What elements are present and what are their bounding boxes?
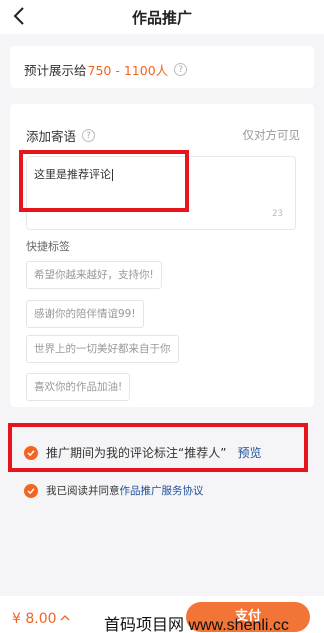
help-icon[interactable]: ? [174,63,188,76]
agreement-row[interactable]: 我已阅读并同意 作品推广服务协议 [24,483,204,498]
estimate-label: 预计展示给 [24,63,87,78]
recommend-option-row[interactable]: 推广期间为我的评论标注“推荐人” 预览 [24,444,261,461]
quick-tag[interactable]: 希望你越来越好，支持你! [26,261,162,289]
text-caret [112,169,113,181]
estimate-card: 预计展示给 750 - 1100人 ? [10,46,314,88]
page-title: 作品推广 [131,9,192,27]
quick-tag[interactable]: 世界上的一切美好都来自于你 [26,335,179,363]
estimate-range: 750 - 1100人 [87,63,169,78]
textarea-content: 这里是推荐评论 [34,166,113,182]
message-section-title: 添加寄语 ? [26,126,96,145]
checkmark-icon[interactable] [24,445,38,460]
price-total: ¥ 8.00 [12,611,57,627]
visibility-note: 仅对方可见 [242,128,301,142]
textarea-value: 这里是推荐评论 [34,168,111,181]
quick-tags-label: 快捷标签 [26,240,70,253]
estimate-row: 预计展示给 750 - 1100人 ? [24,60,188,79]
char-counter: 23 [272,209,283,219]
chevron-up-icon[interactable] [60,613,70,623]
header-bar: 作品推广 [0,0,324,34]
preview-link[interactable]: 预览 [237,444,261,461]
recommend-option-label: 推广期间为我的评论标注“推荐人” [46,446,227,460]
help-icon[interactable]: ? [82,129,96,142]
agreement-label: 我已阅读并同意 [46,485,120,497]
checkmark-icon[interactable] [24,483,38,498]
quick-tag[interactable]: 感谢你的陪伴情谊99! [26,300,144,328]
message-textarea[interactable]: 这里是推荐评论 23 [26,156,296,230]
message-card: 添加寄语 ? 仅对方可见 这里是推荐评论 23 快捷标签 希望你越来越好，支持你… [10,104,314,407]
message-title-label: 添加寄语 [26,129,77,144]
agreement-link[interactable]: 作品推广服务协议 [120,483,204,498]
quick-tag[interactable]: 喜欢你的作品加油! [26,373,131,401]
watermark-text: 首码项目网 www.shenli.cc [104,617,289,633]
